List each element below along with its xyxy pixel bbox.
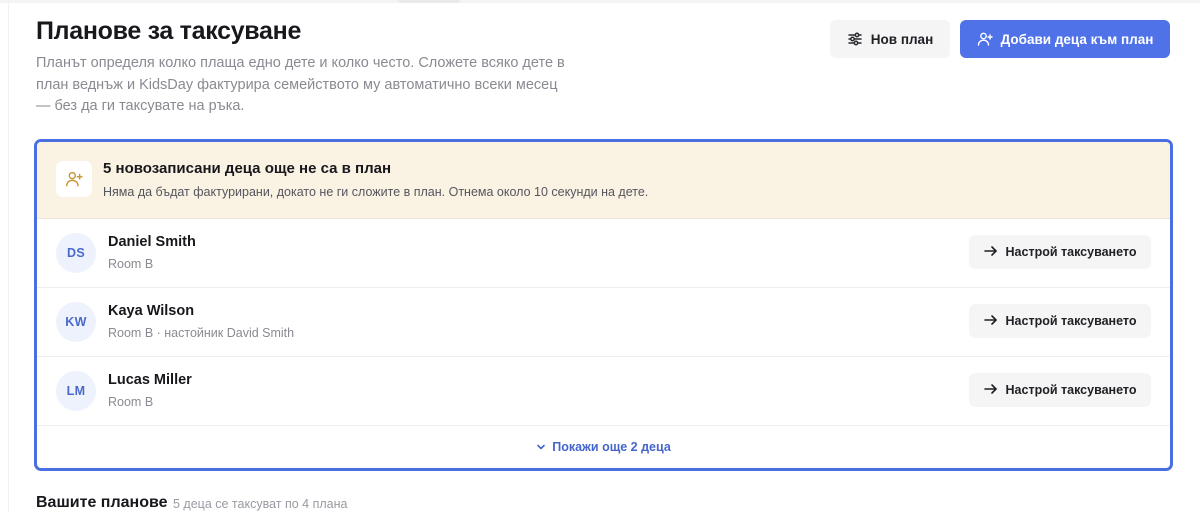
list-item: KW Kaya Wilson Room B · настойник David …: [37, 288, 1170, 357]
top-strip: [0, 0, 1200, 3]
setup-billing-label: Настрой таксуването: [1005, 245, 1137, 259]
avatar: DS: [56, 233, 96, 273]
show-more-label: Покажи още 2 деца: [552, 440, 671, 454]
child-name: Lucas Miller: [108, 372, 192, 388]
child-room: Room B · настойник David Smith: [108, 326, 295, 340]
chevron-down-icon: [536, 440, 546, 454]
add-children-to-plan-button[interactable]: Добави деца към план: [960, 20, 1170, 58]
setup-billing-button[interactable]: Настрой таксуването: [969, 304, 1151, 338]
setup-billing-label: Настрой таксуването: [1005, 383, 1137, 397]
page-title: Планове за таксуване: [36, 17, 302, 45]
avatar: LM: [56, 371, 96, 411]
unassigned-subtitle: Няма да бъдат фактурирани, докато не ги …: [103, 185, 649, 199]
sliders-icon: [847, 31, 863, 47]
arrow-right-icon: [983, 314, 998, 329]
user-plus-icon: [56, 161, 92, 197]
arrow-right-icon: [983, 383, 998, 398]
new-plan-label: Нов план: [870, 31, 934, 47]
list-item: DS Daniel Smith Room B Настрой таксуване…: [37, 219, 1170, 288]
page-description: Планът определя колко плаща едно дете и …: [36, 55, 565, 114]
unassigned-children-card: 5 новозаписани деца още не са в план Ням…: [34, 139, 1173, 471]
plans-section-subtitle: 5 деца се таксуват по 4 плана: [173, 497, 348, 511]
billing-plans-page: Планове за таксуване Планът определя кол…: [0, 0, 1200, 512]
show-more-children-button[interactable]: Покажи още 2 деца: [37, 427, 1170, 467]
new-plan-button[interactable]: Нов план: [830, 20, 950, 58]
setup-billing-button[interactable]: Настрой таксуването: [969, 373, 1151, 407]
list-item: LM Lucas Miller Room B Настрой таксуване…: [37, 357, 1170, 426]
unassigned-banner: 5 новозаписани деца още не са в план Ням…: [37, 142, 1170, 219]
setup-billing-label: Настрой таксуването: [1005, 314, 1137, 328]
child-name: Daniel Smith: [108, 234, 196, 250]
sidebar-edge: [8, 0, 9, 512]
child-room: Room B: [108, 395, 154, 409]
child-room: Room B: [108, 257, 154, 271]
plans-section-title: Вашите планове: [36, 494, 168, 511]
user-plus-icon: [977, 31, 993, 47]
avatar: KW: [56, 302, 96, 342]
arrow-right-icon: [983, 245, 998, 260]
top-notch: [398, 0, 460, 3]
child-name: Kaya Wilson: [108, 303, 195, 319]
unassigned-title: 5 новозаписани деца още не са в план: [103, 160, 392, 177]
add-children-label: Добави деца към план: [1000, 31, 1154, 47]
setup-billing-button[interactable]: Настрой таксуването: [969, 235, 1151, 269]
